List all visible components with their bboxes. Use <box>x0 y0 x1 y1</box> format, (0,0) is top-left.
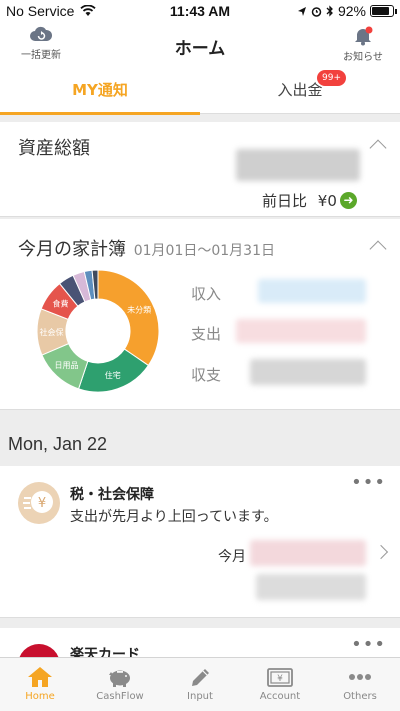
svg-text:¥: ¥ <box>277 674 283 684</box>
category-donut-chart: 未分類住宅 日用品 社会保 食費 <box>36 269 160 393</box>
income-amount-hidden <box>258 279 366 303</box>
day-compare: 前日比 ¥0 <box>262 190 337 211</box>
total-assets-card[interactable]: 資産総額 前日比 ¥0 ➜ <box>0 122 400 217</box>
collapse-chevron-icon[interactable] <box>369 240 387 258</box>
expense-label: 支出 <box>191 325 222 343</box>
donut-slice-label: 食費 <box>52 299 68 309</box>
date-range: 01月01日〜01月31日 <box>133 243 275 259</box>
nav-header: 一括更新 ホーム お知らせ <box>0 22 400 68</box>
nav-home[interactable]: Home <box>0 658 80 711</box>
tab-my-notifications[interactable]: MY通知 <box>0 68 200 115</box>
tab-transactions[interactable]: 入出金 99+ <box>200 68 400 114</box>
balance-amount-hidden <box>250 359 366 385</box>
status-right: 92% <box>297 3 366 19</box>
tab-bar: MY通知 入出金 99+ <box>0 68 400 115</box>
nav-input[interactable]: Input <box>160 658 240 711</box>
monthly-budget-card[interactable]: 今月の家計簿 01月01日〜01月31日 未分類住宅 日用品 社会保 食費 収入 支出… <box>0 219 400 410</box>
donut-slice-label: 日用品 <box>54 361 78 370</box>
nav-input-label: Input <box>187 691 213 702</box>
wallet-icon: ¥ <box>267 668 293 687</box>
alarm-icon <box>311 7 322 17</box>
notification-message: 支出が先月より上回っています。 <box>70 509 278 525</box>
this-month-amount-hidden <box>250 540 366 566</box>
piggy-bank-icon <box>109 670 130 687</box>
more-menu-icon[interactable]: ••• <box>351 634 386 655</box>
income-label: 収入 <box>191 285 222 303</box>
home-icon <box>28 667 52 687</box>
location-icon <box>298 7 307 16</box>
pencil-icon <box>192 669 209 686</box>
more-menu-icon[interactable]: ••• <box>351 472 386 493</box>
more-icon <box>349 674 371 680</box>
expense-amount-hidden <box>236 319 366 343</box>
monthly-budget-title: 今月の家計簿 <box>18 239 126 260</box>
total-assets-title: 資産総額 <box>18 138 90 159</box>
arrow-right-icon[interactable]: ➜ <box>340 192 357 209</box>
donut-slice-label: 未分類 <box>127 304 151 314</box>
day-compare-value: ¥0 <box>317 192 337 210</box>
total-assets-amount-hidden <box>236 149 360 181</box>
notification-card[interactable]: ¥ 税・社会保障 支出が先月より上回っています。 ••• 今月 <box>0 466 400 618</box>
nav-cashflow[interactable]: CashFlow <box>80 658 160 711</box>
battery-percent: 92% <box>337 3 366 19</box>
donut-slice-label: 社会保 <box>40 327 64 337</box>
nav-others-label: Others <box>343 691 377 702</box>
tab-my-notifications-label: MY通知 <box>72 81 128 99</box>
notification-title: 税・社会保障 <box>70 487 154 503</box>
monthly-budget-heading: 今月の家計簿 01月01日〜01月31日 <box>18 235 275 261</box>
nav-cashflow-label: CashFlow <box>96 691 144 702</box>
this-month-label: 今月 <box>218 549 246 565</box>
app-root: { "status_bar": { "carrier": "No Service… <box>0 0 400 711</box>
balance-label: 収支 <box>191 366 222 384</box>
last-month-amount-hidden <box>256 574 366 600</box>
status-bar: No Service 11:43 AM 92% <box>0 0 400 22</box>
donut-slice <box>97 269 160 367</box>
battery-icon <box>370 5 397 17</box>
nav-account[interactable]: ¥ Account <box>240 658 320 711</box>
bottom-tab-bar: Home CashFlow Input ¥ Account Others <box>0 657 400 711</box>
day-compare-label: 前日比 <box>262 192 308 210</box>
yen-coin-icon: ¥ <box>18 482 60 524</box>
bluetooth-icon <box>326 5 333 17</box>
feed-date-heading: Mon, Jan 22 <box>8 434 108 454</box>
notifications-button[interactable]: お知らせ <box>338 26 388 63</box>
nav-home-label: Home <box>25 691 55 702</box>
chevron-right-icon[interactable] <box>373 544 389 560</box>
donut-slice-label: 住宅 <box>105 370 121 380</box>
count-badge: 99+ <box>317 70 346 86</box>
tab-transactions-label: 入出金 <box>277 81 323 99</box>
bell-icon <box>355 26 373 46</box>
notifications-label: お知らせ <box>343 52 383 63</box>
svg-text:¥: ¥ <box>38 496 46 511</box>
collapse-chevron-icon[interactable] <box>369 139 387 157</box>
nav-others[interactable]: Others <box>320 658 400 711</box>
nav-account-label: Account <box>259 691 301 702</box>
